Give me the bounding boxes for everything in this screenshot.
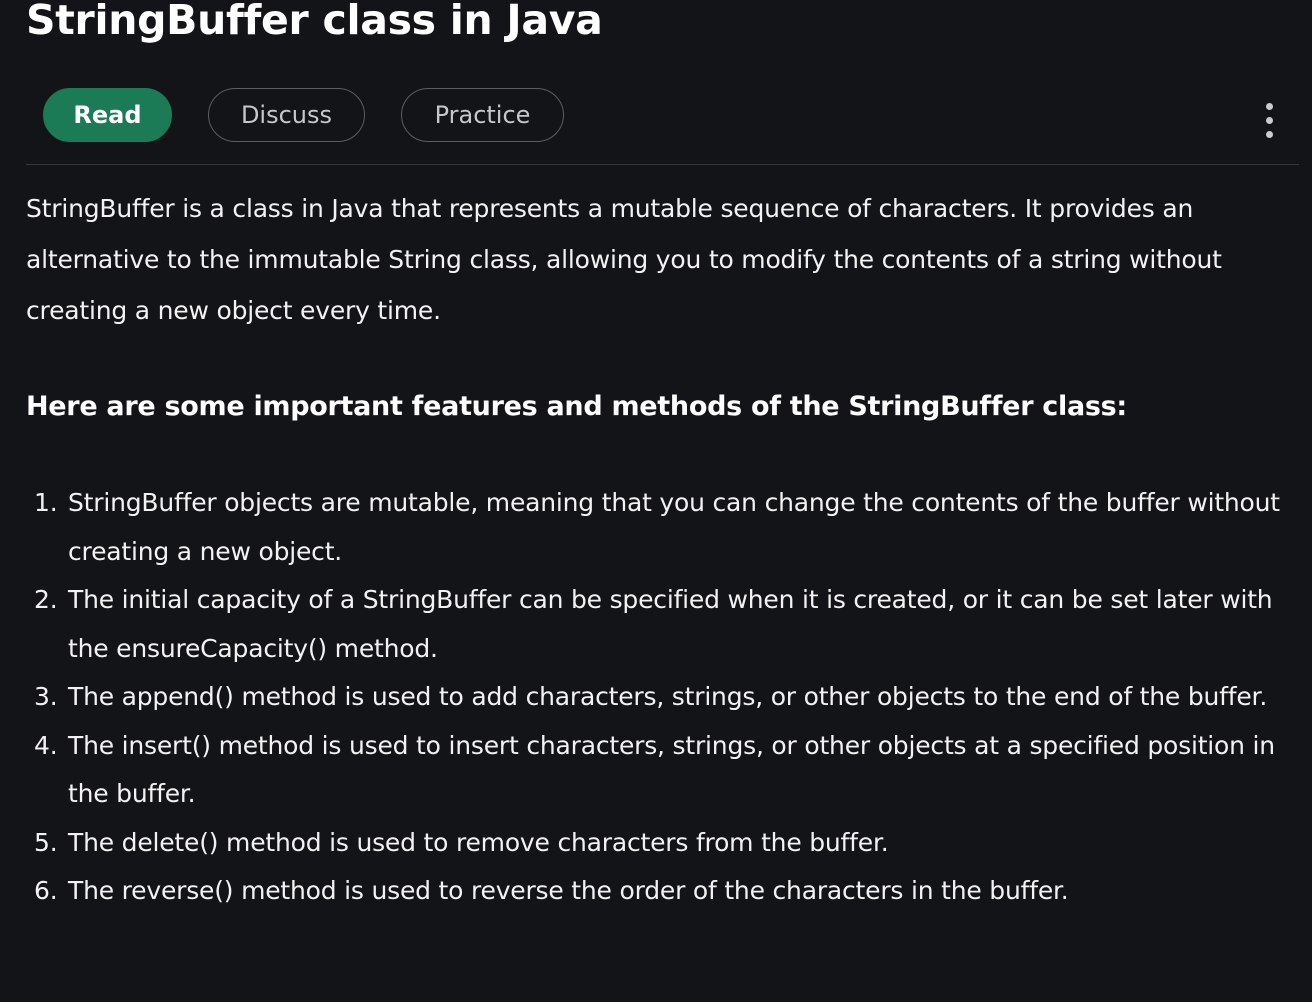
list-item-text: The insert() method is used to insert ch… [68,730,1275,809]
list-item-text: The append() method is used to add chara… [68,682,1268,711]
list-item-number: 1. [34,488,58,517]
page-title: StringBuffer class in Java [26,0,603,44]
list-item: 1. StringBuffer objects are mutable, mea… [26,479,1296,576]
list-item-text: The reverse() method is used to reverse … [68,876,1069,905]
list-item: 2. The initial capacity of a StringBuffe… [26,576,1296,673]
article-tabs: Read Discuss Practice [43,88,564,142]
features-heading: Here are some important features and met… [26,391,1127,422]
article-page: StringBuffer class in Java Read Discuss … [0,0,1312,1002]
list-item: 4. The insert() method is used to insert… [26,722,1296,819]
list-item-text: StringBuffer objects are mutable, meanin… [68,488,1280,566]
tab-practice[interactable]: Practice [401,88,564,142]
features-list: 1. StringBuffer objects are mutable, mea… [26,479,1296,916]
list-item-number: 4. [34,730,58,760]
list-item-text: The delete() method is used to remove ch… [68,827,889,857]
list-item: 6. The reverse() method is used to rever… [26,867,1296,916]
more-options-button[interactable] [1255,100,1285,140]
tab-discuss[interactable]: Discuss [208,88,365,142]
list-item-number: 6. [34,876,58,905]
intro-paragraph: StringBuffer is a class in Java that rep… [26,194,1222,325]
list-item: 5. The delete() method is used to remove… [26,819,1296,868]
list-item-number: 2. [34,585,58,614]
list-item: 3. The append() method is used to add ch… [26,673,1296,722]
list-item-text: The initial capacity of a StringBuffer c… [68,585,1273,663]
list-item-number: 5. [34,827,58,857]
list-item-number: 3. [34,682,58,711]
tab-read[interactable]: Read [43,88,172,142]
divider [26,164,1299,165]
